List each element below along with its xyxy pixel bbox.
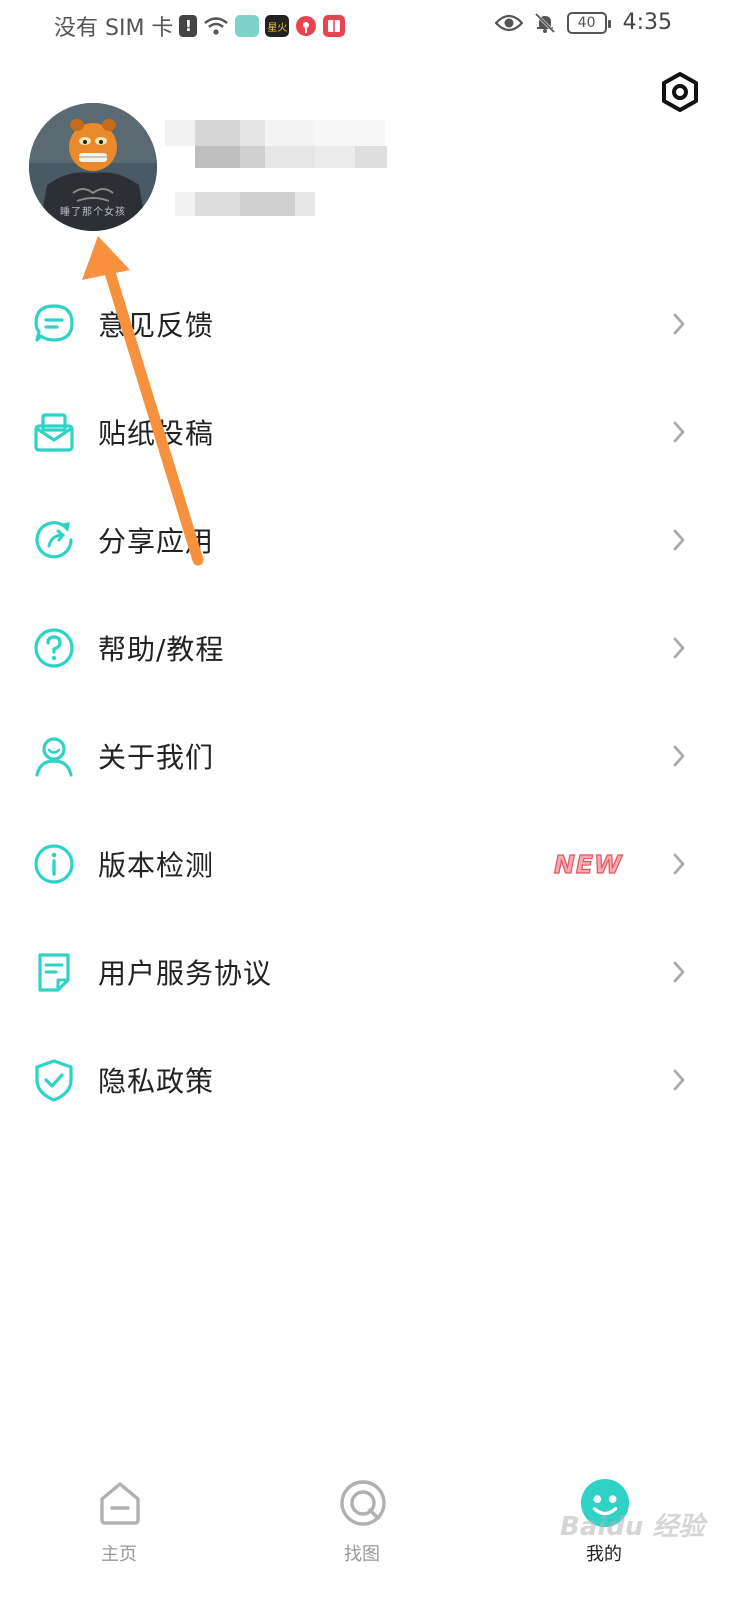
menu-item-label: 关于我们	[98, 741, 215, 774]
tab-label: 主页	[101, 1544, 137, 1565]
wifi-icon	[203, 15, 229, 37]
book-icon	[323, 15, 346, 37]
new-badge: NEW	[553, 849, 623, 879]
shield-icon	[32, 1058, 76, 1102]
menu-item-privacy-policy[interactable]: 隐私政策	[0, 1026, 738, 1134]
tab-label: 找图	[344, 1544, 380, 1565]
carrier-text: 没有 SIM 卡	[54, 16, 174, 41]
watermark: Baidu 经验	[560, 1512, 705, 1542]
question-icon	[32, 626, 76, 670]
podcast-icon	[295, 15, 317, 37]
tab-label: 我的	[586, 1544, 622, 1565]
user-id-pixelated	[175, 188, 335, 222]
chevron-right-icon	[668, 957, 690, 987]
menu-item-version-check[interactable]: 版本检测 NEW	[0, 810, 738, 918]
avatar[interactable]: 睡了那个女孩	[29, 103, 157, 231]
username-pixelated	[165, 116, 425, 176]
avatar-caption: 睡了那个女孩	[60, 207, 126, 218]
share-refresh-icon	[32, 518, 76, 562]
person-icon	[32, 734, 76, 778]
chevron-right-icon	[668, 525, 690, 555]
menu-item-label: 版本检测	[98, 849, 215, 882]
menu-item-share-app[interactable]: 分享应用	[0, 486, 738, 594]
document-icon	[32, 950, 76, 994]
hexagon-settings-icon	[659, 71, 701, 117]
chat-bubble-icon	[32, 302, 76, 346]
eye-icon	[494, 13, 523, 33]
chevron-right-icon	[668, 1065, 690, 1095]
chevron-right-icon	[668, 633, 690, 663]
home-icon	[95, 1478, 145, 1528]
menu-item-label: 隐私政策	[98, 1065, 215, 1098]
menu-item-label: 用户服务协议	[98, 957, 273, 990]
menu-item-label: 贴纸投稿	[98, 417, 215, 450]
sim-warning-icon: !	[179, 15, 198, 37]
clock: 4:35	[622, 10, 672, 35]
menu-item-user-agreement[interactable]: 用户服务协议	[0, 918, 738, 1026]
mailbox-icon	[32, 410, 76, 454]
search-icon	[338, 1478, 388, 1528]
info-icon	[32, 842, 76, 886]
status-bar: 没有 SIM 卡 ! 星火 40 4:35	[0, 0, 738, 50]
status-left: 没有 SIM 卡 ! 星火	[54, 10, 346, 42]
mute-bell-icon	[533, 11, 557, 35]
menu-item-label: 分享应用	[98, 525, 215, 558]
tab-find-image[interactable]: 找图	[302, 1478, 422, 1588]
app-notification-icon	[235, 15, 260, 37]
tab-home[interactable]: 主页	[59, 1478, 179, 1588]
chevron-right-icon	[668, 849, 690, 879]
app-notification-icon: 星火	[265, 15, 290, 37]
battery-icon: 40	[566, 11, 611, 34]
menu-item-feedback[interactable]: 意见反馈	[0, 270, 738, 378]
menu-list: 意见反馈 贴纸投稿 分享应用 帮助/教程 关于我们 版本检测 NEW 用户服务协…	[0, 270, 738, 1134]
menu-item-label: 意见反馈	[98, 309, 215, 342]
settings-button[interactable]	[658, 72, 702, 116]
status-right: 40 4:35	[494, 10, 672, 35]
menu-item-help[interactable]: 帮助/教程	[0, 594, 738, 702]
menu-item-sticker-submission[interactable]: 贴纸投稿	[0, 378, 738, 486]
chevron-right-icon	[668, 741, 690, 771]
chevron-right-icon	[668, 417, 690, 447]
menu-item-label: 帮助/教程	[98, 633, 225, 666]
menu-item-about-us[interactable]: 关于我们	[0, 702, 738, 810]
chevron-right-icon	[668, 309, 690, 339]
